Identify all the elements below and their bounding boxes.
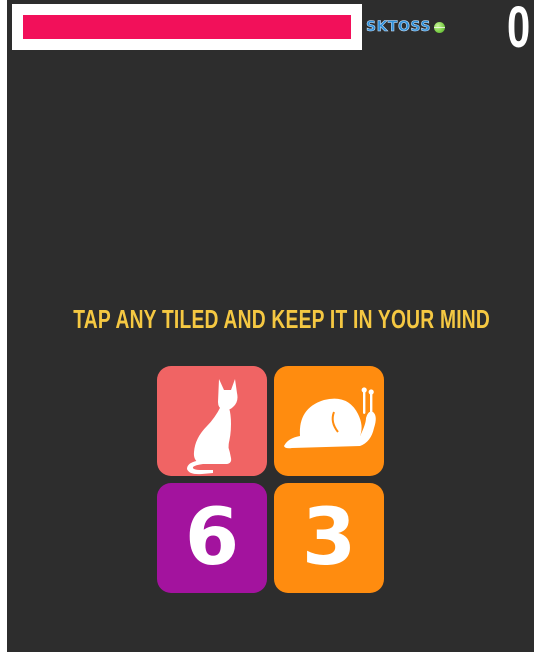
tile-cat[interactable]	[157, 366, 267, 476]
tile-number-6[interactable]: 6	[157, 483, 267, 593]
timer-fill	[23, 15, 351, 39]
instruction-label: TAP ANY TILED AND KEEP IT IN YOUR MIND	[73, 304, 491, 334]
instruction-text: TAP ANY TILED AND KEEP IT IN YOUR MIND	[0, 304, 544, 334]
score-counter: 0	[506, 0, 530, 60]
tile-snail[interactable]	[274, 366, 384, 476]
tile-number: 3	[301, 493, 357, 583]
cat-icon	[187, 379, 238, 475]
brand-logo: SKTOSS	[366, 17, 445, 37]
brand-text: SKTOSS	[366, 19, 431, 35]
tile-grid: 6 3	[157, 366, 384, 593]
tile-number: 6	[184, 493, 240, 583]
snail-icon	[284, 387, 376, 449]
tile-number-3[interactable]: 3	[274, 483, 384, 593]
timer-bar	[12, 4, 362, 50]
tennis-ball-icon	[433, 21, 445, 33]
